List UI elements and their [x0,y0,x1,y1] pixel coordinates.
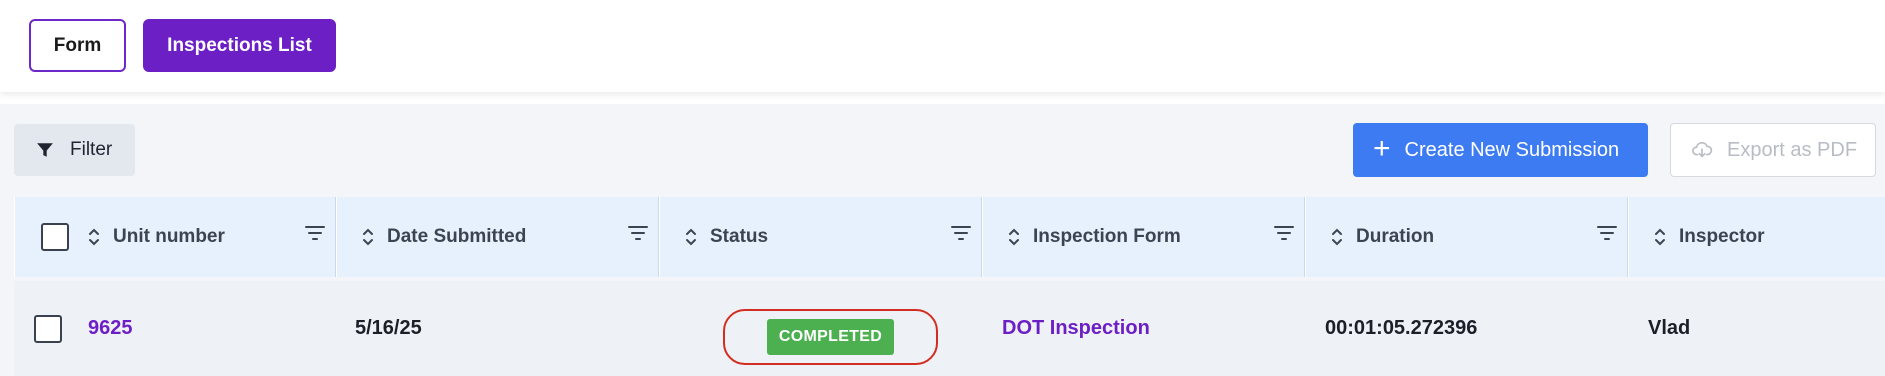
main-content: Filter + Create New Submission Export as… [0,104,1885,376]
filter-icon [37,143,53,157]
column-header-inspection-form[interactable]: Inspection Form [982,197,1305,277]
tab-inspections-list[interactable]: Inspections List [143,19,336,72]
column-filter-icon[interactable] [305,225,325,241]
duration-cell: 00:01:05.272396 [1325,317,1478,339]
status-highlight: COMPLETED [723,309,938,365]
filter-button[interactable]: Filter [14,124,135,176]
sort-icon [1655,228,1665,246]
status-badge: COMPLETED [766,319,895,355]
table-row[interactable]: 9625 5/16/25 COMPLETED DOT Inspection 00… [14,281,1885,376]
column-header-status[interactable]: Status [659,197,982,277]
date-submitted-cell: 5/16/25 [355,317,422,339]
sort-icon [363,228,373,246]
create-label: Create New Submission [1404,138,1620,161]
column-label: Date Submitted [387,226,527,247]
sort-icon [1009,228,1019,246]
column-label: Unit number [113,226,225,247]
column-header-duration[interactable]: Duration [1305,197,1628,277]
column-filter-icon[interactable] [1597,225,1617,241]
inspector-cell: Vlad [1648,317,1691,339]
sort-icon [686,228,696,246]
column-label: Status [710,226,769,247]
column-header-date-submitted[interactable]: Date Submitted [336,197,659,277]
column-label: Duration [1356,226,1435,247]
row-checkbox[interactable] [34,314,62,343]
column-label: Inspection Form [1033,226,1181,247]
cloud-download-icon [1692,141,1713,158]
column-filter-icon[interactable] [1274,225,1294,241]
export-pdf-button[interactable]: Export as PDF [1670,123,1876,177]
inspection-form-link[interactable]: DOT Inspection [1002,281,1150,376]
tab-form[interactable]: Form [29,19,126,72]
top-tab-bar: Form Inspections List [0,0,1885,92]
plus-icon: + [1373,131,1391,165]
filter-label: Filter [70,139,113,160]
column-label: Inspector [1679,226,1765,247]
select-all-checkbox[interactable] [41,223,69,251]
table-header: Unit number Date Submitted Status Inspec… [14,197,1885,277]
row-checkbox-cell [34,281,62,376]
column-filter-icon[interactable] [628,225,648,241]
sort-icon [1332,228,1342,246]
column-header-inspector[interactable]: Inspector [1628,197,1885,277]
column-header-unit-number[interactable]: Unit number [14,197,336,277]
unit-number-link[interactable]: 9625 [88,281,133,376]
export-label: Export as PDF [1727,138,1858,161]
sort-icon [89,228,99,246]
column-filter-icon[interactable] [951,225,971,241]
create-new-submission-button[interactable]: + Create New Submission [1353,123,1648,177]
